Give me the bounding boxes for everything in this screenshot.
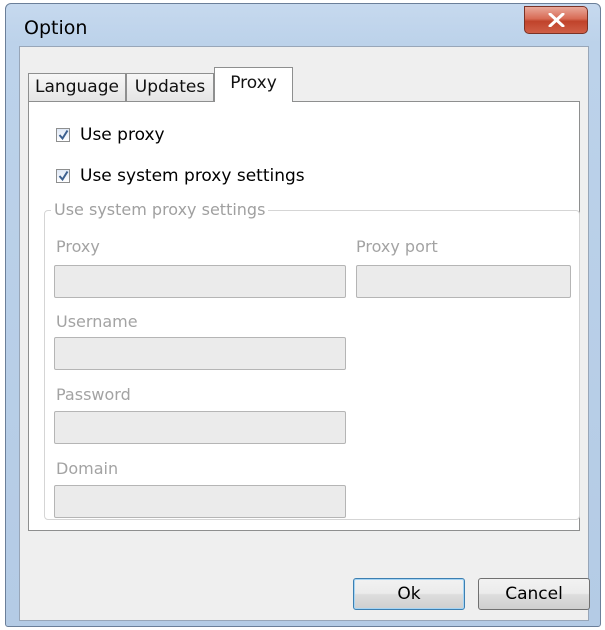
username-input[interactable] (54, 337, 346, 370)
username-label: Username (56, 312, 138, 331)
close-button[interactable] (524, 6, 588, 34)
password-label: Password (56, 385, 131, 404)
use-proxy-row[interactable]: Use proxy (56, 124, 165, 146)
proxy-label: Proxy (56, 237, 100, 256)
tab-updates[interactable]: Updates (126, 73, 214, 101)
close-icon (548, 13, 565, 27)
use-system-proxy-checkbox[interactable] (56, 169, 70, 183)
use-proxy-label: Use proxy (80, 125, 165, 145)
proxy-input[interactable] (54, 265, 346, 298)
proxy-port-input[interactable] (356, 265, 571, 298)
title-bar: Option (6, 4, 600, 46)
tab-language[interactable]: Language (28, 73, 126, 101)
proxy-settings-group: Use system proxy settings Proxy Proxy po… (44, 200, 580, 520)
cancel-button[interactable]: Cancel (478, 578, 590, 610)
use-system-proxy-row[interactable]: Use system proxy settings (56, 165, 305, 187)
proxy-port-label: Proxy port (356, 237, 438, 256)
checkmark-icon (58, 129, 69, 141)
password-input[interactable] (54, 411, 346, 444)
ok-button[interactable]: Ok (353, 578, 465, 610)
domain-input[interactable] (54, 485, 346, 518)
proxy-tab-panel: Use proxy Use system proxy settings Use … (28, 101, 580, 531)
use-system-proxy-label: Use system proxy settings (80, 166, 305, 186)
domain-label: Domain (56, 459, 119, 478)
option-dialog: Option Language Updates Proxy Use proxy (5, 3, 601, 627)
tab-proxy[interactable]: Proxy (214, 67, 293, 102)
dialog-body: Language Updates Proxy Use proxy Use sys… (19, 46, 590, 621)
window-title: Option (24, 17, 88, 39)
use-proxy-checkbox[interactable] (56, 128, 70, 142)
group-title: Use system proxy settings (51, 200, 269, 219)
checkmark-icon (58, 170, 69, 182)
